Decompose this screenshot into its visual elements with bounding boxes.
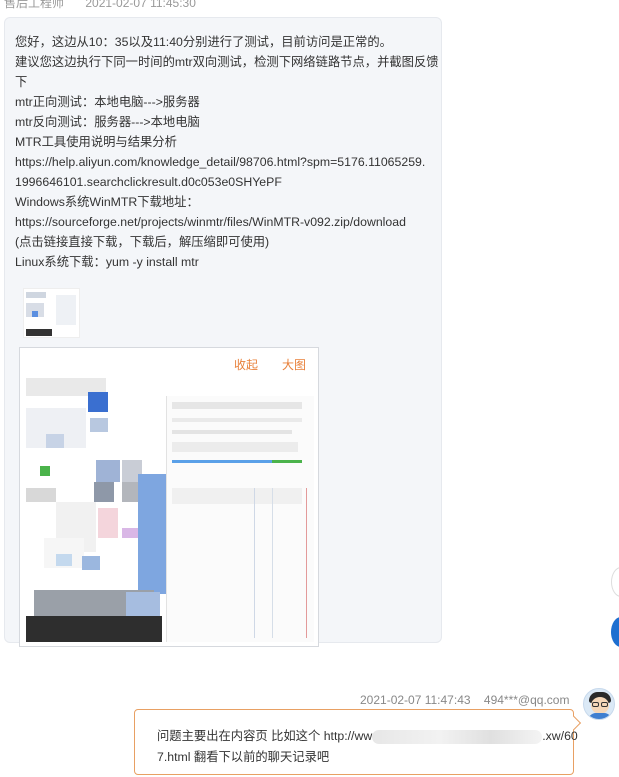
message-meta-outgoing: 2021-02-07 11:47:43 494***@qq.com	[360, 693, 569, 707]
scroll-control[interactable]	[611, 567, 619, 597]
message-line: mtr正向测试：本地电脑--->服务器	[15, 95, 200, 109]
incoming-message-bubble: 您好，这边从10：35以及11:40分别进行了测试，目前访问是正常的。 建议您这…	[4, 17, 442, 647]
message-timestamp: 2021-02-07 11:45:30	[85, 0, 196, 10]
collapse-image-button[interactable]: 收起	[234, 356, 258, 373]
enlarge-image-button[interactable]: 大图	[282, 356, 306, 373]
download-link[interactable]: https://sourceforge.net/projects/winmtr/…	[15, 212, 435, 232]
message-text: .xw/60	[542, 729, 578, 743]
image-thumbnail[interactable]	[23, 288, 80, 338]
outgoing-timestamp: 2021-02-07 11:47:43	[360, 693, 471, 707]
outgoing-message-bubble: 问题主要出在内容页 比如这个 http://ww .xw/60 7.html 翻看…	[134, 709, 582, 775]
message-meta-top: 售后工程师 2021-02-07 11:45:30	[4, 0, 196, 11]
message-line: mtr反向测试：服务器--->本地电脑	[15, 115, 200, 129]
image-preview: 收起 大图	[19, 347, 319, 647]
message-line: 7.html 翻看下以前的聊天记录吧	[157, 750, 330, 764]
message-line: (点击链接直接下载，下载后，解压缩即可使用)	[15, 235, 270, 249]
user-avatar	[583, 688, 615, 720]
sender-name: 售后工程师	[4, 0, 65, 10]
scroll-to-bottom-button[interactable]	[611, 617, 619, 647]
incoming-message-text: 您好，这边从10：35以及11:40分别进行了测试，目前访问是正常的。 建议您这…	[15, 32, 439, 272]
message-line: MTR工具使用说明与结果分析	[15, 135, 177, 149]
redacted-text	[372, 729, 543, 744]
sender-email: 494***@qq.com	[483, 693, 570, 707]
message-line: 下	[15, 75, 28, 89]
message-line: 您好，这边从10：35以及11:40分别进行了测试，目前访问是正常的。	[15, 35, 392, 49]
message-line: 问题主要出在内容页 比如这个 http://ww .xw/60	[157, 726, 578, 744]
screenshot-image	[26, 378, 314, 642]
message-text: 问题主要出在内容页 比如这个 http://ww	[157, 729, 373, 743]
help-link-cont[interactable]: 1996646101.searchclickresult.d0c053e0SHY…	[15, 172, 435, 192]
message-line: Linux系统下载：yum -y install mtr	[15, 255, 199, 269]
message-line: 建议您这边执行下同一时间的mtr双向测试，检测下网络链路节点，并截图反馈	[15, 55, 439, 69]
message-line: Windows系统WinMTR下载地址：	[15, 195, 199, 209]
help-link[interactable]: https://help.aliyun.com/knowledge_detail…	[15, 152, 435, 172]
